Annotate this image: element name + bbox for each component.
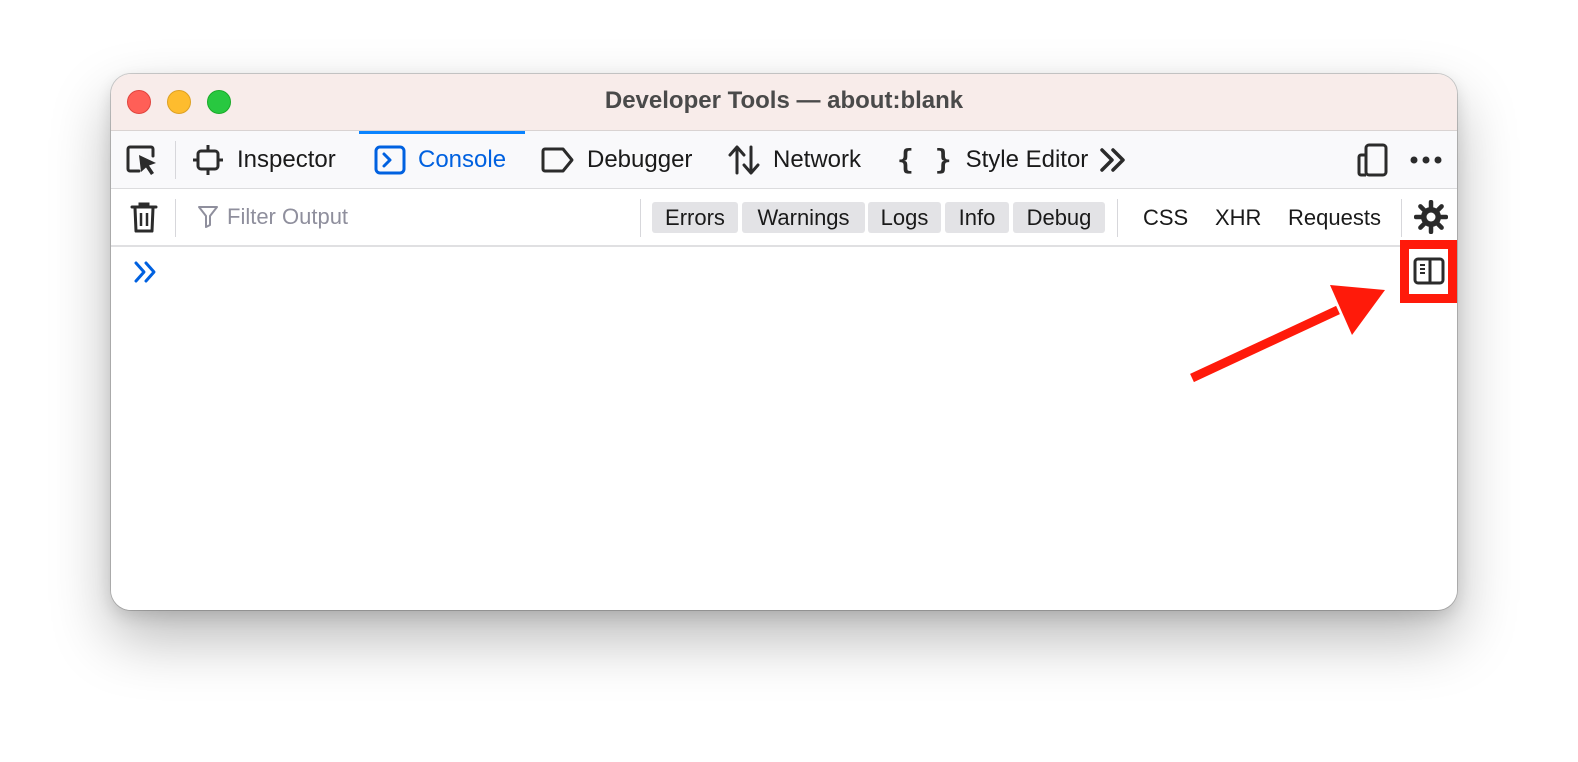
console-settings-button[interactable] xyxy=(1414,189,1448,245)
tab-debugger-label: Debugger xyxy=(587,145,693,173)
funnel-icon xyxy=(197,205,219,229)
filter-debug-button[interactable]: Debug xyxy=(1013,202,1105,233)
tab-style-editor[interactable]: { } Style Editor xyxy=(897,131,1088,188)
toolbar-divider xyxy=(175,141,176,179)
style-editor-icon: { } xyxy=(897,143,954,176)
title-bar: Developer Tools — about:blank xyxy=(111,74,1457,131)
console-input-prompt[interactable] xyxy=(133,260,159,284)
more-tools-button[interactable] xyxy=(1098,131,1128,188)
filter-divider xyxy=(1401,199,1402,237)
filter-requests-button[interactable]: Requests xyxy=(1288,202,1381,233)
tab-console-label: Console xyxy=(418,145,507,173)
console-icon xyxy=(374,145,406,175)
filter-xhr-button[interactable]: XHR xyxy=(1215,202,1261,233)
prompt-chevron-icon xyxy=(133,260,159,284)
devtools-toolbar: Inspector Console Debugger Network {} S… xyxy=(111,131,1457,189)
tab-network[interactable]: Network xyxy=(727,131,861,188)
responsive-design-button[interactable] xyxy=(1357,131,1389,188)
tab-network-label: Network xyxy=(773,145,862,173)
filter-info-button[interactable]: Info xyxy=(945,202,1009,233)
element-picker-icon xyxy=(125,143,161,177)
tab-inspector[interactable]: Inspector xyxy=(193,131,336,188)
clear-console-button[interactable] xyxy=(130,189,158,245)
tab-debugger[interactable]: Debugger xyxy=(541,131,692,188)
window-title: Developer Tools — about:blank xyxy=(604,87,964,114)
filter-output-input[interactable]: Filter Output xyxy=(197,189,637,245)
more-options-button[interactable] xyxy=(1409,131,1443,188)
filter-css-button[interactable]: CSS xyxy=(1143,202,1188,233)
filter-divider xyxy=(1117,199,1118,237)
filter-logs-button[interactable]: Logs xyxy=(868,202,941,233)
tab-console[interactable]: Console xyxy=(374,131,506,188)
filter-divider xyxy=(175,199,176,237)
filter-output-placeholder: Filter Output xyxy=(227,204,349,229)
filter-divider xyxy=(640,199,641,237)
debugger-icon xyxy=(541,147,575,173)
annotation-highlight-box xyxy=(1400,240,1457,303)
network-icon xyxy=(727,144,761,176)
annotation-arrow-icon xyxy=(1190,285,1385,383)
gear-icon xyxy=(1414,200,1448,234)
trash-icon xyxy=(130,201,158,233)
inspector-icon xyxy=(193,144,223,176)
more-options-icon xyxy=(1409,155,1443,165)
element-picker-button[interactable] xyxy=(125,131,161,188)
responsive-design-icon xyxy=(1357,143,1389,177)
filter-errors-button[interactable]: Errors xyxy=(652,202,738,233)
chevron-double-right-icon xyxy=(1098,147,1128,173)
tab-style-editor-label: Style Editor xyxy=(965,145,1089,173)
filter-warnings-button[interactable]: Warnings xyxy=(742,202,865,233)
tab-inspector-label: Inspector xyxy=(237,145,336,173)
console-filter-bar: Filter Output Errors Warnings Logs Info … xyxy=(111,189,1457,247)
